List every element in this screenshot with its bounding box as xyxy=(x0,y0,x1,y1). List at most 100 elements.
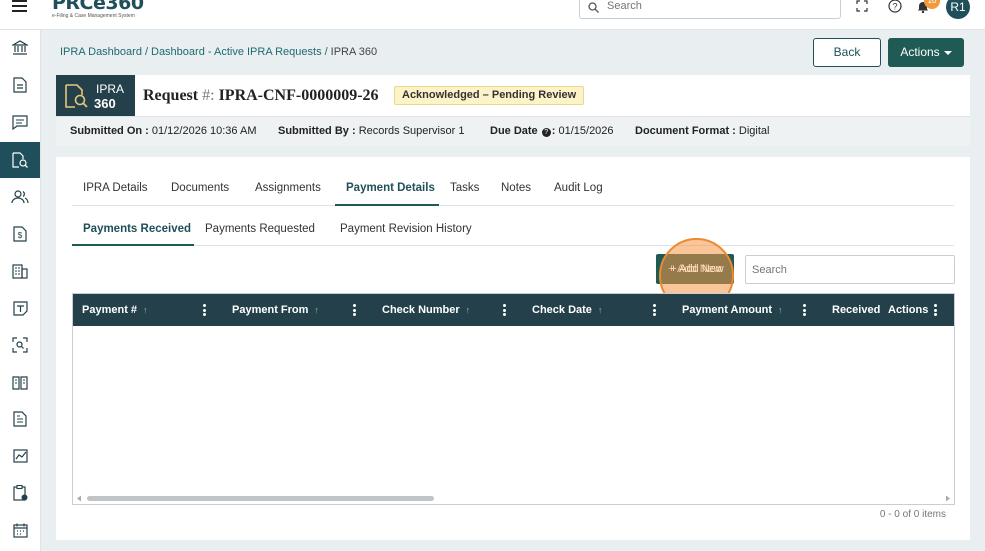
logo-tagline: e-Filing & Case Management System xyxy=(52,13,135,19)
grid-search-input[interactable] xyxy=(752,262,947,278)
dollar-doc-icon: $ xyxy=(13,226,27,242)
tab-audit-log[interactable]: Audit Log xyxy=(554,182,603,194)
tab-notes[interactable]: Notes xyxy=(501,182,531,194)
actions-label: Actions xyxy=(900,45,940,59)
request-meta-bar: Submitted On : 01/12/2026 10:36 AM Submi… xyxy=(56,116,970,146)
column-header-received[interactable]: Received xyxy=(832,294,880,326)
doc-search-icon xyxy=(12,152,28,168)
sidebar-item-calendar[interactable] xyxy=(0,512,40,548)
main-panel: IPRA Details Documents Assignments Payme… xyxy=(56,157,970,540)
active-subtab-indicator xyxy=(72,244,194,246)
tab-ipra-details[interactable]: IPRA Details xyxy=(83,182,148,194)
breadcrumb-separator: / xyxy=(144,46,148,58)
fullscreen-icon[interactable] xyxy=(856,0,868,12)
scrollbar-thumb[interactable] xyxy=(87,496,434,501)
svg-text:$: $ xyxy=(18,231,23,240)
badge-line1: IPRA xyxy=(96,82,125,96)
sidebar-item-agencies[interactable] xyxy=(0,253,40,289)
sidebar-item-bank[interactable] xyxy=(0,30,40,66)
subtab-payments-received[interactable]: Payments Received xyxy=(83,223,191,235)
sidebar-item-fees[interactable]: $ xyxy=(0,216,40,252)
due-date-suffix: : xyxy=(551,125,556,137)
global-search-input[interactable] xyxy=(607,0,827,14)
sort-arrow-icon[interactable]: ↑ xyxy=(143,294,148,326)
grid-header: Payment # ↑ Payment From ↑ Check Number ↑ C… xyxy=(73,294,954,326)
sidebar-item-reports[interactable] xyxy=(0,438,40,474)
actions-dropdown-button[interactable]: Actions xyxy=(888,38,964,67)
tab-bar: IPRA Details Documents Assignments Payme… xyxy=(72,174,954,206)
tab-payment-details[interactable]: Payment Details xyxy=(346,182,435,194)
tab-assignments[interactable]: Assignments xyxy=(255,182,321,194)
app-logo[interactable]: PRCe360 e-Filing & Case Management Syste… xyxy=(52,0,144,20)
subtab-payments-requested[interactable]: Payments Requested xyxy=(205,223,315,235)
column-header-payment-amount[interactable]: Payment Amount ↑ xyxy=(682,294,783,326)
search-icon xyxy=(588,2,599,13)
breadcrumb-link-dashboard[interactable]: IPRA Dashboard xyxy=(60,46,142,58)
sidebar-item-files[interactable] xyxy=(0,401,40,437)
column-menu-icon[interactable] xyxy=(934,304,937,316)
subtab-payment-revision-history[interactable]: Payment Revision History xyxy=(340,223,472,235)
sidebar-item-messages[interactable] xyxy=(0,104,40,140)
sort-arrow-icon[interactable]: ↑ xyxy=(466,294,471,326)
request-hash: #: xyxy=(202,87,215,104)
format-value: Digital xyxy=(738,125,770,137)
column-header-check-number[interactable]: Check Number ↑ xyxy=(382,294,470,326)
request-title-prefix: Request xyxy=(143,87,199,104)
breadcrumb-separator: / xyxy=(324,46,328,58)
breadcrumb-current: IPRA 360 xyxy=(330,46,378,58)
scan-icon xyxy=(12,337,28,353)
sort-arrow-icon[interactable]: ↑ xyxy=(598,294,603,326)
column-menu-icon[interactable] xyxy=(503,304,506,316)
sort-arrow-icon[interactable]: ↑ xyxy=(314,294,319,326)
column-header-check-date[interactable]: Check Date ↑ xyxy=(532,294,602,326)
breadcrumb-link-active-requests[interactable]: Dashboard - Active IPRA Requests xyxy=(151,46,322,58)
sidebar-item-ipra[interactable] xyxy=(0,142,40,178)
doc-search-icon xyxy=(64,83,88,109)
sidebar-item-tasks[interactable] xyxy=(0,475,40,511)
due-date-value: 01/15/2026 xyxy=(558,125,614,137)
caret-down-icon xyxy=(943,50,952,55)
column-menu-icon[interactable] xyxy=(203,304,206,316)
column-menu-icon[interactable] xyxy=(653,304,656,316)
global-search[interactable] xyxy=(579,0,841,19)
document-format: Document Format : Digital xyxy=(635,125,769,137)
question-icon[interactable]: ? xyxy=(541,128,551,137)
column-label: Check Number xyxy=(382,304,460,316)
sidebar-item-templates[interactable] xyxy=(0,290,40,326)
menu-icon[interactable] xyxy=(12,0,30,14)
due-date-label: Due Date xyxy=(490,125,538,137)
sidebar-item-documents[interactable] xyxy=(0,67,40,103)
chart-icon xyxy=(12,449,28,463)
column-label: Payment # xyxy=(82,304,138,316)
grid-search[interactable] xyxy=(745,255,955,284)
sidebar-item-users[interactable] xyxy=(0,179,40,215)
format-label: Document Format : xyxy=(635,125,736,137)
tab-tasks[interactable]: Tasks xyxy=(450,182,479,194)
sidebar-item-scan[interactable] xyxy=(0,327,40,363)
column-header-payment-from[interactable]: Payment From ↑ xyxy=(232,294,319,326)
request-id: IPRA-CNF-0000009-26 xyxy=(218,87,379,104)
horizontal-scrollbar[interactable] xyxy=(77,494,950,502)
tab-documents[interactable]: Documents xyxy=(171,182,229,194)
column-header-payment-number[interactable]: Payment # ↑ xyxy=(82,294,148,326)
badge-line2: 360 xyxy=(94,96,116,111)
top-bar: PRCe360 e-Filing & Case Management Syste… xyxy=(0,0,985,30)
add-new-highlight-label: + Add New xyxy=(670,263,724,275)
clipboard-icon xyxy=(12,485,28,501)
sidebar: $ xyxy=(0,30,41,551)
sidebar-item-library[interactable] xyxy=(0,364,40,400)
column-menu-icon[interactable] xyxy=(803,304,806,316)
status-badge: Acknowledged – Pending Review xyxy=(394,86,585,105)
help-icon[interactable]: ? xyxy=(888,0,902,13)
back-button[interactable]: Back xyxy=(813,38,881,67)
subtab-bar: Payments Received Payments Requested Pay… xyxy=(72,215,954,246)
sort-arrow-icon[interactable]: ↑ xyxy=(778,294,783,326)
breadcrumb: IPRA Dashboard / Dashboard - Active IPRA R… xyxy=(60,46,377,58)
column-label: Payment From xyxy=(232,304,309,316)
chat-icon xyxy=(12,114,28,130)
submitted-on-label: Submitted On : xyxy=(70,125,149,137)
user-avatar[interactable]: R1 xyxy=(946,0,970,19)
active-tab-indicator xyxy=(335,204,439,206)
due-date: Due Date ?: 01/15/2026 xyxy=(490,125,614,137)
column-menu-icon[interactable] xyxy=(353,304,356,316)
